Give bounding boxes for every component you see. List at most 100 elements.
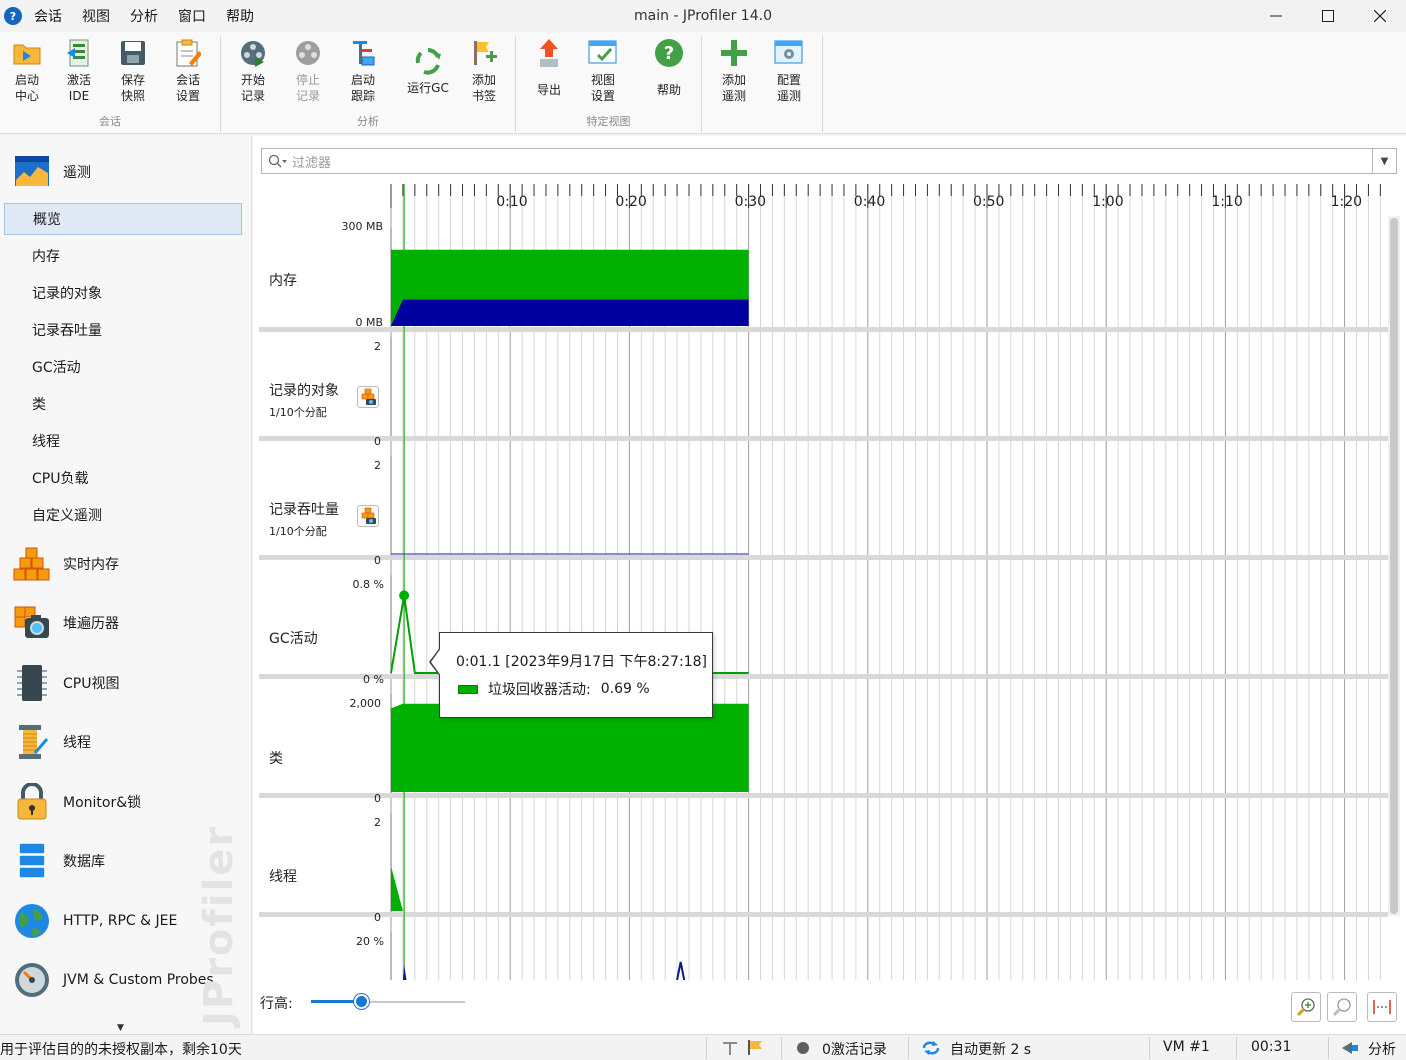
fit-to-window-button[interactable]: [1367, 992, 1397, 1022]
view-settings-button[interactable]: 视图 设置: [576, 38, 630, 110]
row-separator: [259, 793, 1388, 798]
time-tick-label: 0:50: [973, 194, 1004, 210]
start-center-icon: [13, 44, 41, 65]
threads-area: [391, 866, 403, 911]
minimize-button[interactable]: [1250, 0, 1302, 32]
menu-window[interactable]: 窗口: [178, 6, 206, 26]
recorded-throughput-record-button[interactable]: [357, 505, 379, 527]
close-icon: [1374, 10, 1386, 22]
sidebar-item-recorded-objects[interactable]: 记录的对象: [4, 277, 242, 309]
row-sub-recorded-objects: 1/10个分配: [269, 406, 327, 419]
vm-status: VM #1: [1163, 1039, 1210, 1055]
stop-recording-icon: [296, 41, 320, 65]
sidebar-scroll-down-icon[interactable]: ▼: [117, 1023, 124, 1033]
row-recorded-throughput-top-label: 2: [374, 459, 381, 472]
row-separator: [259, 912, 1388, 917]
jprofiler-app-icon[interactable]: ?: [4, 7, 22, 25]
add-bookmark-icon: [474, 41, 497, 65]
sidebar: 遥测 概览 内存 记录的对象 记录吞吐量 GC活动 类 线程 CPU负载 自定义…: [0, 136, 252, 1034]
cpu-spike: [402, 964, 407, 980]
row-recorded-objects-top-label: 2: [374, 340, 381, 353]
toolbar-group-telemetry: 添加 遥测 配置 遥测: [702, 36, 823, 132]
menu-help[interactable]: 帮助: [226, 6, 254, 26]
sidebar-item-classes[interactable]: 类: [4, 388, 242, 420]
vertical-scrollbar[interactable]: [1388, 216, 1400, 916]
start-recording-icon: [241, 41, 265, 67]
save-snapshot-button[interactable]: 保存 快照: [106, 38, 160, 110]
filter-placeholder: 过滤器: [292, 155, 332, 171]
menu-view[interactable]: 视图: [82, 6, 110, 26]
row-recorded-objects-bottom-label: 0: [374, 435, 381, 448]
menu-session[interactable]: 会话: [34, 6, 62, 26]
sidebar-item-threads[interactable]: 线程: [4, 425, 242, 457]
sidebar-section-cpu-views[interactable]: CPU视图: [0, 655, 251, 711]
auto-update-status[interactable]: 自动更新 2 s: [950, 1039, 1031, 1059]
sidebar-item-custom-telemetry[interactable]: 自定义遥测: [4, 499, 242, 531]
sidebar-item-recorded-throughput[interactable]: 记录吞吐量: [4, 314, 242, 346]
tooltip-legend: 垃圾回收器活动: 0.69 %: [458, 679, 650, 699]
add-telemetry-icon: [721, 40, 747, 66]
toolbar: 启动 中心 激活 IDE 保存 快照 会话 设置 会话 开始 记录 停止 记录 …: [0, 32, 1406, 134]
row-threads-bottom-label: 0: [374, 911, 381, 924]
fit-width-icon: [1373, 1000, 1391, 1014]
telemetry-chart[interactable]: 0:10 0:20 0:30 0:40 0:50 1:00 1:10 1:20: [253, 180, 1388, 980]
sidebar-section-threads[interactable]: 线程: [0, 714, 251, 770]
add-bookmark-button[interactable]: 添加 书签: [457, 38, 511, 110]
status-separator: [1236, 1037, 1237, 1059]
active-recordings[interactable]: 0激活记录: [822, 1039, 887, 1059]
sidebar-section-live-memory[interactable]: 实时内存: [0, 536, 251, 592]
run-gc-button[interactable]: 运行GC: [401, 38, 455, 110]
row-label-recorded-objects: 记录的对象: [269, 383, 339, 399]
export-button[interactable]: 导出: [522, 38, 576, 110]
row-separator: [259, 555, 1388, 560]
status-separator: [781, 1037, 782, 1059]
sidebar-item-cpu-load[interactable]: CPU负载: [4, 462, 242, 494]
time-tick-label: 1:20: [1331, 194, 1362, 210]
start-tracking-button[interactable]: 启动 跟踪: [336, 38, 390, 110]
row-memory-bottom-label: 0 MB: [355, 316, 383, 329]
sidebar-item-gc-activity[interactable]: GC活动: [4, 351, 242, 383]
minimize-icon: [1270, 15, 1282, 17]
filter-dropdown-button[interactable]: ▼: [1373, 148, 1397, 174]
time-tick-label: 0:20: [615, 194, 646, 210]
gc-activity-point: [399, 590, 410, 601]
add-telemetry-button[interactable]: 添加 遥测: [707, 38, 761, 110]
activate-ide-button[interactable]: 激活 IDE: [52, 38, 106, 110]
sidebar-section-heap-walker[interactable]: 堆遍历器: [0, 595, 251, 651]
threads-icon: [19, 725, 49, 759]
tooltip-value: 0.69 %: [600, 681, 650, 697]
help-icon: ?: [655, 39, 683, 67]
row-height-slider-thumb[interactable]: [353, 994, 369, 1009]
help-button[interactable]: ? 帮助: [642, 38, 696, 110]
close-button[interactable]: [1354, 0, 1406, 32]
sidebar-item-overview[interactable]: 概览: [4, 203, 242, 235]
maximize-icon: [1322, 10, 1334, 22]
export-icon: [540, 39, 558, 67]
zoom-out-button[interactable]: [1327, 992, 1357, 1022]
time-tick-label: 1:10: [1211, 194, 1242, 210]
license-status: 用于评估目的的未授权副本，剩余10天: [0, 1042, 242, 1058]
row-label-gc-activity: GC活动: [269, 631, 318, 647]
record-allocations-icon: [361, 388, 376, 405]
menu-analyze[interactable]: 分析: [130, 6, 158, 26]
zoom-in-button[interactable]: [1291, 992, 1321, 1022]
bookmark-status-icons[interactable]: [720, 1038, 764, 1060]
start-recording-button[interactable]: 开始 记录: [226, 38, 280, 110]
telemetry-icon: [15, 156, 49, 186]
maximize-button[interactable]: [1302, 0, 1354, 32]
sidebar-section-monitors-locks[interactable]: Monitor&锁: [0, 774, 251, 830]
configure-telemetry-button[interactable]: 配置 遥测: [762, 38, 816, 110]
toolbar-group-analyze: 开始 记录 停止 记录 启动 跟踪 运行GC 添加 书签 分析: [221, 36, 516, 132]
start-center-button[interactable]: 启动 中心: [0, 38, 54, 110]
scrollbar-thumb[interactable]: [1390, 218, 1398, 914]
status-separator: [706, 1037, 707, 1059]
tooltip-time: 0:01.1 [2023年9月17日 下午8:27:18]: [456, 654, 707, 670]
analysis-mode-icon: [1340, 1041, 1360, 1059]
recorded-objects-record-button[interactable]: [357, 386, 379, 408]
stop-recording-button[interactable]: 停止 记录: [281, 38, 335, 110]
analysis-mode: 分析: [1368, 1042, 1396, 1058]
sidebar-item-memory[interactable]: 内存: [4, 240, 242, 272]
sidebar-section-telemetry[interactable]: 遥测: [0, 144, 251, 200]
session-settings-button[interactable]: 会话 设置: [161, 38, 215, 110]
filter-input[interactable]: 过滤器: [261, 148, 1373, 174]
